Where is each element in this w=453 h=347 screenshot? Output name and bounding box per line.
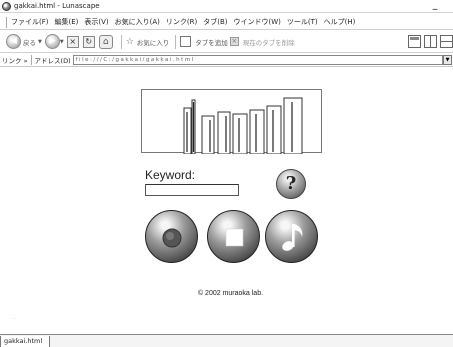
favorites-star-icon[interactable]: ☆ (126, 37, 134, 47)
menu-help[interactable]: ヘルプ(H) (324, 17, 356, 27)
menu-window[interactable]: ウインドウ(W) (234, 17, 281, 27)
forward-dropdown-icon[interactable]: ▼ (60, 39, 64, 45)
address-bar: リンク » アドレス(D) file:///C:/gakkai/gakkai.h… (0, 54, 453, 67)
help-button[interactable]: ? (276, 169, 306, 199)
lunascape-app-icon (2, 1, 11, 11)
back-label[interactable]: 戻る (23, 37, 36, 47)
back-arrow-icon[interactable]: ◀ (6, 34, 21, 49)
title-bar: gakkai.html - Lunascape _ (0, 0, 453, 13)
menu-links[interactable]: リンク(R) (166, 17, 197, 27)
menu-grip (6, 16, 8, 28)
reload-icon[interactable]: ↻ (82, 35, 95, 48)
question-mark-icon: ? (285, 173, 297, 194)
music-button[interactable] (265, 210, 318, 263)
close-tab-button[interactable]: 現在のタブを削除 (243, 37, 295, 47)
minimize-button[interactable]: _ (430, 1, 440, 11)
copyright-text: © 2002 muraoka lab. (197, 290, 264, 297)
address-dropdown-icon[interactable]: ▼ (443, 55, 452, 65)
menu-bar: ファイル(F) 編集(E) 表示(V) お気に入り(A) リンク(R) タブ(B… (0, 15, 453, 30)
menu-view[interactable]: 表示(V) (84, 17, 108, 27)
close-tab-icon[interactable]: × (229, 37, 239, 46)
navigation-toolbar: ◀ 戻る ▼ ▶ ▼ × ↻ ⌂ ☆ お気に入り タブを追加 × 現在のタブを削… (0, 31, 453, 53)
toolbar-separator (120, 34, 122, 49)
layout-single-icon[interactable] (408, 35, 421, 48)
pipe-organ-logo-icon (183, 97, 303, 154)
play-circle-icon (162, 228, 182, 248)
tab-bar: gakkai.html (0, 334, 453, 347)
toolbar-separator (175, 34, 177, 49)
window-controls: _ (430, 1, 451, 11)
music-note-icon (282, 224, 303, 251)
site-logo (141, 89, 322, 154)
layout-vertical-split-icon[interactable] (424, 35, 437, 48)
menu-edit[interactable]: 編集(E) (55, 17, 79, 27)
maximize-button[interactable] (441, 1, 451, 11)
play-button[interactable] (145, 210, 198, 263)
menu-file[interactable]: ファイル(F) (11, 17, 49, 27)
layout-buttons (408, 35, 453, 48)
stop-icon[interactable]: × (66, 35, 79, 48)
back-dropdown-icon[interactable]: ▼ (38, 39, 42, 45)
address-input[interactable]: file:///C:/gakkai/gakkai.html (72, 55, 443, 65)
tab-gakkai[interactable]: gakkai.html (0, 336, 50, 347)
forward-arrow-icon[interactable]: ▶ (44, 34, 60, 49)
favorites-button[interactable]: お気に入り (137, 37, 170, 47)
add-tab-icon[interactable] (180, 36, 192, 47)
address-separator (30, 55, 32, 65)
keyword-input[interactable] (145, 184, 239, 196)
menu-favorites[interactable]: お気に入り(A) (115, 17, 160, 27)
home-icon[interactable]: ⌂ (98, 34, 113, 49)
stop-button[interactable] (207, 210, 260, 263)
address-label: アドレス(D) (34, 57, 71, 65)
links-button[interactable]: リンク » (2, 55, 28, 65)
page-artifact: · · (12, 316, 16, 321)
layout-horizontal-split-icon[interactable] (440, 35, 453, 48)
menu-tab[interactable]: タブ(B) (203, 17, 227, 27)
window-title: gakkai.html - Lunascape (14, 2, 100, 10)
page-content: Keyword: ? © 2002 muraoka lab. · · (0, 68, 453, 334)
add-tab-button[interactable]: タブを追加 (195, 37, 228, 47)
stop-square-icon (225, 228, 244, 247)
keyword-label: Keyword: (145, 168, 196, 182)
menu-tools[interactable]: ツール(T) (287, 17, 318, 27)
